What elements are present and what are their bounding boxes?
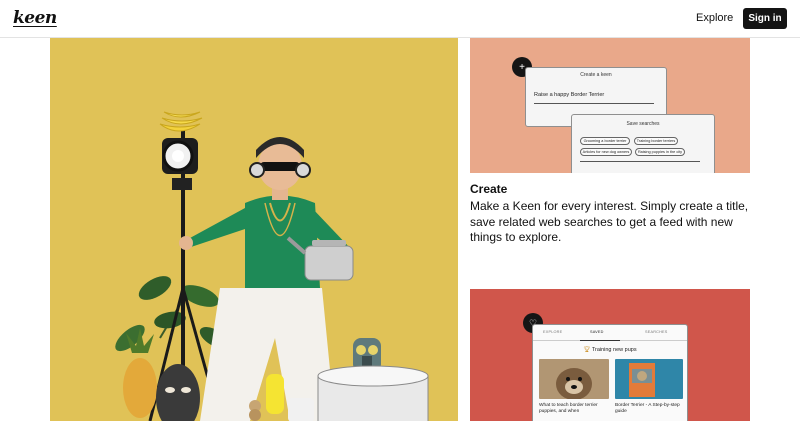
section-title: 🏆︎ Training new pups — [533, 347, 687, 353]
saved-keen-card: ♡ EXPLORE SAVED SEARCHES 🏆︎ Training new… — [470, 289, 750, 421]
tab-searches[interactable]: SEARCHES — [645, 330, 668, 334]
trophy-icon: 🏆︎ — [583, 347, 591, 353]
field-underline — [534, 103, 654, 104]
create-description: Make a Keen for every interest. Simply c… — [470, 199, 749, 244]
create-heading: Create — [470, 182, 508, 196]
active-tab-indicator — [580, 340, 620, 341]
sign-in-button[interactable]: Sign in — [743, 8, 787, 29]
panel-tabs: EXPLORE SAVED SEARCHES — [533, 325, 687, 341]
section-label: Training new pups — [591, 347, 637, 353]
keen-title-field[interactable]: Raise a happy Border Terrier — [534, 92, 604, 98]
book-photo — [615, 359, 683, 399]
keen-logo[interactable]: keen — [13, 8, 57, 28]
search-chip[interactable]: Articles for new dog owners — [580, 148, 632, 156]
puppy-thumbnail[interactable] — [539, 359, 609, 399]
hero-image — [50, 38, 458, 421]
saved-panel: EXPLORE SAVED SEARCHES 🏆︎ Training new p… — [532, 324, 688, 421]
field-underline — [580, 161, 700, 162]
top-bar: keen Explore Sign in — [0, 0, 800, 38]
search-chip[interactable]: Grooming a border terrier — [580, 137, 630, 145]
create-keen-card: + Create a keen Raise a happy Border Ter… — [470, 38, 750, 173]
article-caption[interactable]: Border Terrier - A Step-by-step guide — [615, 403, 683, 415]
panel-title: Save searches — [626, 121, 660, 127]
search-chip[interactable]: Training border terriers — [634, 137, 678, 145]
hero-illustration — [115, 111, 429, 421]
article-caption[interactable]: What to teach border terrier puppies, an… — [539, 403, 609, 415]
explore-link[interactable]: Explore — [696, 12, 733, 24]
tab-saved[interactable]: SAVED — [590, 330, 604, 334]
tab-explore[interactable]: EXPLORE — [543, 330, 562, 334]
search-chip[interactable]: Raising puppies in the city — [635, 148, 685, 156]
book-thumbnail[interactable] — [615, 359, 683, 399]
save-searches-panel: Save searches Grooming a border terrier … — [571, 114, 715, 173]
puppy-photo — [539, 359, 609, 399]
drum — [317, 365, 429, 421]
bananas — [159, 111, 203, 132]
panel-title: Create a keen — [580, 72, 612, 78]
